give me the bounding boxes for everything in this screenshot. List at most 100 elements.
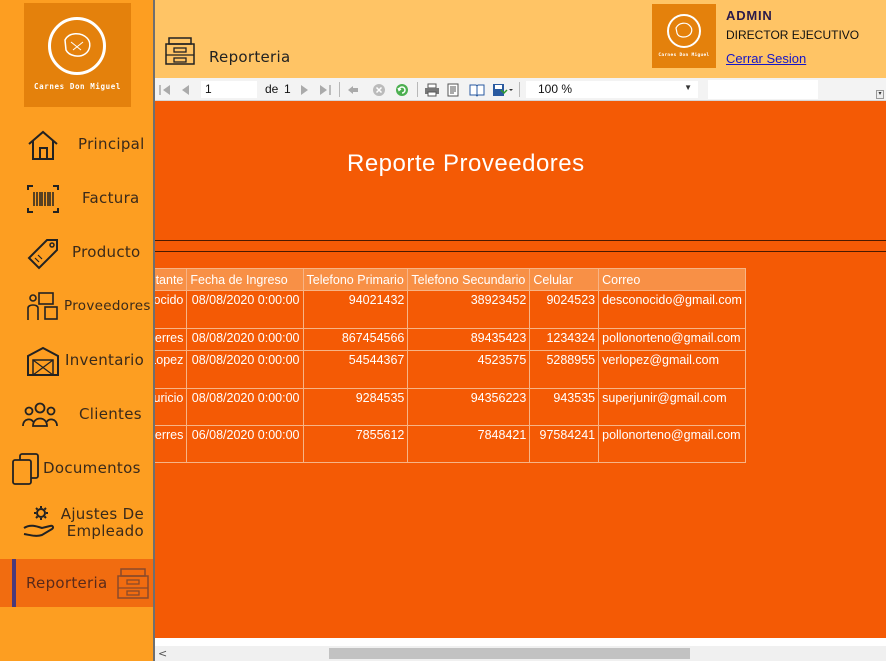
total-pages: 1 bbox=[284, 82, 291, 96]
barcode-icon bbox=[25, 182, 61, 216]
user-avatar: Carnes Don Miguel bbox=[652, 4, 716, 68]
home-icon bbox=[25, 128, 61, 162]
suppliers-table: Representante Fecha de Ingreso Telefono … bbox=[155, 268, 746, 463]
print-layout-icon[interactable] bbox=[446, 82, 460, 97]
documents-icon bbox=[10, 452, 46, 486]
previous-page-icon[interactable] bbox=[179, 82, 193, 96]
toolbar-separator bbox=[519, 82, 520, 97]
print-icon[interactable] bbox=[424, 82, 439, 97]
cell-telefono-secundario: 4523575 bbox=[407, 350, 531, 389]
toolbar-separator bbox=[339, 82, 340, 97]
cell-telefono-primario: 9284535 bbox=[302, 388, 409, 426]
sidebar-item-proveedores[interactable]: Proveedores bbox=[0, 282, 153, 330]
active-indicator bbox=[12, 559, 16, 607]
toolbar-separator bbox=[417, 82, 418, 97]
sidebar: Carnes Don Miguel Principal Factura Prod… bbox=[0, 0, 153, 661]
cell-telefono-primario: 867454566 bbox=[302, 328, 409, 351]
report-toolbar: 1 de 1 100 % ▼ ▾ bbox=[155, 78, 886, 101]
zoom-value: 100 % bbox=[538, 82, 573, 96]
sidebar-item-documentos[interactable]: Documentos bbox=[0, 444, 153, 492]
cell-telefono-primario: 7855612 bbox=[302, 425, 409, 463]
cell-representante: Desconocido desconocido bbox=[155, 290, 188, 329]
cell-celular: 1234324 bbox=[529, 328, 600, 351]
report-title: Reporte Proveedores bbox=[347, 150, 585, 177]
cell-celular: 9024523 bbox=[529, 290, 600, 329]
user-role: DIRECTOR EJECUTIVO bbox=[726, 28, 860, 42]
column-header: Correo bbox=[598, 268, 746, 291]
zoom-select[interactable]: 100 % ▼ bbox=[526, 81, 698, 98]
find-input[interactable] bbox=[708, 80, 818, 99]
column-header: Telefono Secundario bbox=[407, 268, 531, 291]
column-header: Fecha de Ingreso bbox=[186, 268, 304, 291]
sidebar-item-label: Inventario bbox=[65, 351, 145, 369]
cell-telefono-secundario: 89435423 bbox=[407, 328, 531, 351]
sidebar-item-inventario[interactable]: Inventario bbox=[0, 336, 153, 384]
table-row: Junior y Mauricio 08/08/2020 0:00:00 928… bbox=[155, 388, 746, 426]
file-cabinet-icon bbox=[164, 36, 196, 66]
column-header: Representante bbox=[155, 268, 188, 291]
cell-fecha: 08/08/2020 0:00:00 bbox=[186, 388, 304, 426]
page-title: Reporteria bbox=[209, 48, 291, 66]
refresh-icon[interactable] bbox=[395, 82, 409, 96]
cell-telefono-secundario: 7848421 bbox=[407, 425, 531, 463]
back-icon[interactable] bbox=[346, 82, 360, 96]
cell-celular: 943535 bbox=[529, 388, 600, 426]
cell-fecha: 08/08/2020 0:00:00 bbox=[186, 350, 304, 389]
cell-fecha: 06/08/2020 0:00:00 bbox=[186, 425, 304, 463]
cell-telefono-secundario: 94356223 bbox=[407, 388, 531, 426]
first-page-icon[interactable] bbox=[158, 82, 172, 96]
column-header: Celular bbox=[529, 268, 600, 291]
cell-telefono-primario: 94021432 bbox=[302, 290, 409, 329]
cell-representante: Junior y Mauricio bbox=[155, 388, 188, 426]
last-page-icon[interactable] bbox=[318, 82, 332, 96]
report-divider bbox=[155, 251, 886, 252]
cell-representante: Pollo Gutierres bbox=[155, 328, 188, 351]
sidebar-item-label: Factura bbox=[82, 189, 140, 207]
sidebar-item-producto[interactable]: Producto bbox=[0, 228, 153, 276]
supplier-boxes-icon bbox=[25, 290, 61, 324]
sidebar-item-label: Ajustes De Empleado bbox=[60, 505, 144, 540]
logout-link[interactable]: Cerrar Sesion bbox=[726, 51, 806, 66]
scroll-left-icon[interactable]: < bbox=[158, 647, 167, 660]
sidebar-item-factura[interactable]: Factura bbox=[0, 174, 153, 222]
table-row: Desconocido desconocido 08/08/2020 0:00:… bbox=[155, 290, 746, 329]
cell-celular: 97584241 bbox=[529, 425, 600, 463]
scrollbar-thumb[interactable] bbox=[329, 648, 690, 659]
brand-name: Carnes Don Miguel bbox=[658, 53, 710, 58]
report-divider bbox=[155, 240, 886, 241]
cell-telefono-secundario: 38923452 bbox=[407, 290, 531, 329]
cell-correo: superjunir@gmail.com bbox=[598, 388, 746, 426]
sidebar-item-reporteria[interactable]: Reporteria bbox=[0, 559, 153, 607]
cell-correo: pollonorteno@gmail.com bbox=[598, 328, 746, 351]
sidebar-item-ajustes-empleado[interactable]: Ajustes De Empleado bbox=[0, 498, 153, 548]
cell-correo: verlopez@gmail.com bbox=[598, 350, 746, 389]
sidebar-item-label: Documentos bbox=[43, 459, 141, 477]
cell-correo: pollonorteno@gmail.com bbox=[598, 425, 746, 463]
page-setup-icon[interactable] bbox=[469, 82, 485, 97]
next-page-icon[interactable] bbox=[297, 82, 311, 96]
cell-celular: 5288955 bbox=[529, 350, 600, 389]
current-page-input[interactable]: 1 bbox=[201, 81, 257, 98]
file-cabinet-icon bbox=[115, 566, 151, 600]
sidebar-item-principal[interactable]: Principal bbox=[0, 120, 153, 168]
cell-correo: desconocido@gmail.com bbox=[598, 290, 746, 329]
logo-emblem-icon bbox=[667, 14, 701, 48]
table-row: Veronica Lopez 08/08/2020 0:00:00 545443… bbox=[155, 350, 746, 389]
toolbar-overflow-icon[interactable]: ▾ bbox=[876, 90, 884, 99]
sidebar-item-clientes[interactable]: Clientes bbox=[0, 390, 153, 438]
users-icon bbox=[22, 398, 58, 432]
dropdown-arrow-icon: ▼ bbox=[684, 83, 692, 92]
cell-fecha: 08/08/2020 0:00:00 bbox=[186, 328, 304, 351]
user-name: ADMIN bbox=[726, 8, 773, 23]
sidebar-item-label: Reporteria bbox=[26, 574, 108, 592]
cell-telefono-primario: 54544367 bbox=[302, 350, 409, 389]
warehouse-icon bbox=[25, 344, 61, 378]
export-icon[interactable] bbox=[492, 82, 514, 96]
top-header: Reporteria Carnes Don Miguel ADMIN DIREC… bbox=[155, 0, 886, 78]
sidebar-item-label: Clientes bbox=[79, 405, 142, 423]
employee-settings-icon bbox=[22, 504, 58, 538]
logo-emblem-icon bbox=[48, 17, 106, 75]
stop-icon[interactable] bbox=[372, 82, 386, 96]
page-of-label: de bbox=[265, 82, 279, 96]
horizontal-scrollbar[interactable]: < bbox=[155, 646, 886, 661]
